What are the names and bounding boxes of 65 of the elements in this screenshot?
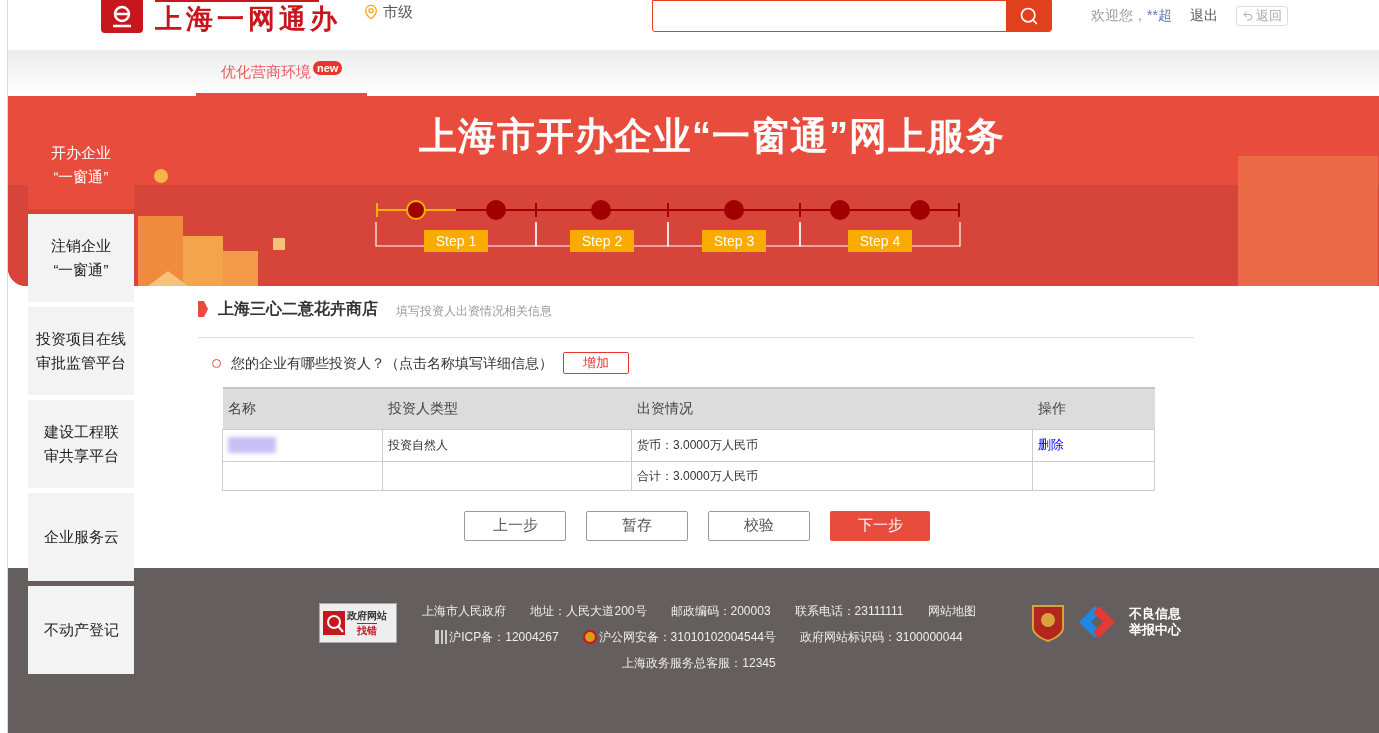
company-title: 上海三心二意花卉商店 bbox=[218, 299, 378, 319]
step-button[interactable]: 下一步 bbox=[830, 510, 930, 541]
footer-text: 沪公网安备：31010102004544号 bbox=[598, 629, 777, 646]
sidebar-item[interactable]: 投资项目在线 审批监管平台 bbox=[28, 307, 134, 395]
sidebar-item-text: 企业服务云 bbox=[43, 527, 119, 547]
footer-text: 上海政务服务总客服：12345 bbox=[622, 655, 776, 672]
sidebar-item-text: 审共享平台 bbox=[43, 446, 119, 466]
step-label: Step 2 bbox=[570, 230, 634, 252]
magnifier-icon bbox=[323, 611, 345, 635]
location-pin-icon bbox=[363, 4, 379, 20]
delete-link[interactable]: 删除 bbox=[1038, 437, 1064, 453]
step-button[interactable]: 校验 bbox=[708, 510, 810, 541]
shield-emblem-icon bbox=[1031, 602, 1065, 642]
diamond-logo-icon bbox=[1077, 604, 1117, 640]
welcome-text: 欢迎您， bbox=[1091, 6, 1147, 25]
location-text[interactable]: 市级 bbox=[383, 0, 413, 24]
search-field[interactable] bbox=[652, 0, 1052, 32]
sidebar-item[interactable]: 建设工程联 审共享平台 bbox=[28, 400, 134, 488]
sidebar-item-text: 不动产登记 bbox=[43, 620, 119, 640]
badge-bottom-text: 找错 bbox=[357, 622, 377, 638]
footer-text[interactable]: 网站地图 bbox=[927, 602, 976, 620]
table-cell: 合计：3.0000万人民币 bbox=[631, 461, 1033, 490]
footer-text: 沪ICP备：12004267 bbox=[449, 629, 559, 646]
step-button[interactable]: 暂存 bbox=[586, 510, 688, 541]
banner-title: 上海市开办企业“一窗通”网上服务 bbox=[419, 114, 1005, 158]
logout-link[interactable]: 退出 bbox=[1189, 5, 1218, 26]
logo-text: 上海一网通办 bbox=[155, 4, 341, 34]
column-header: 投资人类型 bbox=[382, 388, 632, 429]
footer-text: 政府网站标识码：3100000044 bbox=[800, 629, 963, 646]
table-cell: 货币：3.0000万人民币 bbox=[631, 429, 1033, 461]
sidebar-item-text: 建设工程联 bbox=[43, 422, 119, 442]
sidebar-item-text: 注销企业 bbox=[51, 236, 111, 256]
sidebar-item-text: 投资项目在线 bbox=[36, 329, 126, 349]
search-icon[interactable] bbox=[1006, 1, 1051, 31]
step-button[interactable]: 上一步 bbox=[464, 510, 566, 541]
report-center-text: 举报中心 bbox=[1129, 622, 1181, 638]
title-marker-icon bbox=[198, 301, 208, 317]
back-arrow-icon bbox=[1241, 9, 1254, 22]
sidebar-item-text: “一窗通” bbox=[52, 260, 110, 280]
column-header: 操作 bbox=[1032, 388, 1155, 429]
error-report-badge[interactable]: 政府网站 找错 bbox=[319, 603, 397, 643]
sidebar-item-text: “一窗通” bbox=[52, 167, 110, 187]
question-text: 您的企业有哪些投资人？（点击名称填写详细信息） bbox=[231, 353, 553, 373]
step-label: Step 1 bbox=[424, 230, 488, 252]
column-header: 名称 bbox=[222, 388, 383, 429]
footer-text[interactable]: 联系电话：23111111 bbox=[794, 602, 904, 620]
footer-text[interactable]: 上海市人民政府 bbox=[422, 602, 507, 620]
table-cell: 投资自然人 bbox=[382, 429, 632, 461]
sidebar-item[interactable]: 企业服务云 bbox=[28, 493, 134, 581]
sidebar-item[interactable]: 注销企业 “一窗通” bbox=[28, 214, 134, 302]
footer-text[interactable]: 地址：人民大道200号 bbox=[530, 602, 647, 620]
police-emblem-icon bbox=[582, 630, 597, 644]
report-center-text: 不良信息 bbox=[1129, 606, 1181, 622]
step-label: Step 4 bbox=[848, 230, 912, 252]
add-button[interactable]: 增加 bbox=[563, 352, 629, 374]
column-header: 出资情况 bbox=[631, 388, 1033, 429]
step-label: Step 3 bbox=[702, 230, 766, 252]
user-name: **超 bbox=[1147, 6, 1172, 25]
footer-text[interactable]: 邮政编码：200003 bbox=[670, 602, 771, 620]
section-subtitle: 填写投资人出资情况相关信息 bbox=[396, 303, 552, 320]
new-badge: new bbox=[313, 61, 343, 75]
sidebar-item-text: 开办企业 bbox=[51, 143, 111, 163]
badge-top-text: 政府网站 bbox=[347, 608, 387, 623]
sidebar-item-text: 审批监管平台 bbox=[36, 353, 126, 373]
sidebar-item[interactable]: 不动产登记 bbox=[28, 586, 134, 674]
